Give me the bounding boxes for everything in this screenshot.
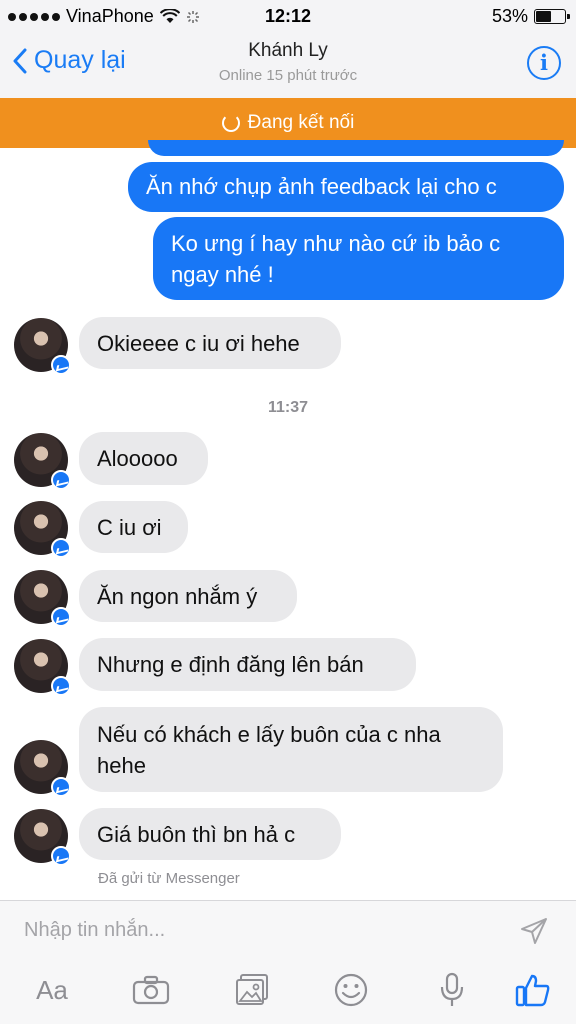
incoming-message[interactable]: Nhưng e định đăng lên bán xyxy=(79,638,416,691)
incoming-message[interactable]: Nếu có khách e lấy buôn của c nha hehe xyxy=(79,707,503,792)
spinner-icon xyxy=(221,114,240,132)
emoji-icon[interactable] xyxy=(331,970,371,1010)
battery-percent: 53% xyxy=(491,6,528,26)
message-input[interactable]: Nhập tin nhắn... xyxy=(24,919,165,942)
contact-avatar[interactable] xyxy=(14,318,71,375)
message-timestamp: 11:37 xyxy=(267,399,309,416)
messenger-badge-icon xyxy=(51,846,71,866)
incoming-message[interactable]: Alooooo xyxy=(79,432,208,485)
contact-avatar[interactable] xyxy=(14,570,71,627)
incoming-message[interactable]: C iu ơi xyxy=(79,501,188,553)
battery-icon xyxy=(534,9,570,24)
info-icon[interactable]: i xyxy=(527,46,561,80)
microphone-icon[interactable] xyxy=(432,970,472,1010)
text-format-button[interactable]: Aa xyxy=(30,970,74,1010)
nav-bar: Quay lại Khánh Ly Online 15 phút trước i xyxy=(0,32,576,98)
outgoing-bubble-partial[interactable] xyxy=(148,140,564,156)
outgoing-message[interactable]: Ăn nhớ chụp ảnh feedback lại cho c xyxy=(128,162,564,212)
contact-avatar[interactable] xyxy=(14,433,71,490)
gallery-icon[interactable] xyxy=(232,970,272,1010)
messenger-badge-icon xyxy=(51,538,71,558)
contact-avatar[interactable] xyxy=(14,501,71,558)
send-icon[interactable] xyxy=(520,917,548,945)
message-composer: Nhập tin nhắn... xyxy=(0,900,576,958)
messenger-badge-icon xyxy=(51,676,71,696)
connecting-text: Đang kết nối xyxy=(247,112,355,133)
contact-avatar[interactable] xyxy=(14,740,71,797)
messenger-badge-icon xyxy=(51,470,71,490)
messenger-badge-icon xyxy=(51,355,71,375)
sent-from-label: Đã gửi từ Messenger xyxy=(98,870,240,887)
status-bar: VinaPhone 12:12 53% xyxy=(0,0,576,32)
camera-icon[interactable] xyxy=(131,970,171,1010)
contact-avatar[interactable] xyxy=(14,809,71,866)
incoming-message[interactable]: Ăn ngon nhắm ý xyxy=(79,570,297,622)
clock: 12:12 xyxy=(264,6,312,26)
incoming-message[interactable]: Giá buôn thì bn hả c xyxy=(79,808,341,860)
contact-avatar[interactable] xyxy=(14,639,71,696)
composer-toolbar: Aa xyxy=(0,958,576,1024)
incoming-message[interactable]: Okieeee c iu ơi hehe xyxy=(79,317,341,369)
outgoing-message[interactable]: Ko ưng í hay như nào cứ ib bảo c ngay nh… xyxy=(153,217,564,300)
messenger-badge-icon xyxy=(51,607,71,627)
messenger-badge-icon xyxy=(51,777,71,797)
like-icon[interactable] xyxy=(513,970,553,1010)
presence-status: Online 15 phút trước xyxy=(218,67,358,84)
conversation-header[interactable]: Khánh Ly Online 15 phút trước xyxy=(0,40,576,84)
contact-name: Khánh Ly xyxy=(248,40,328,61)
